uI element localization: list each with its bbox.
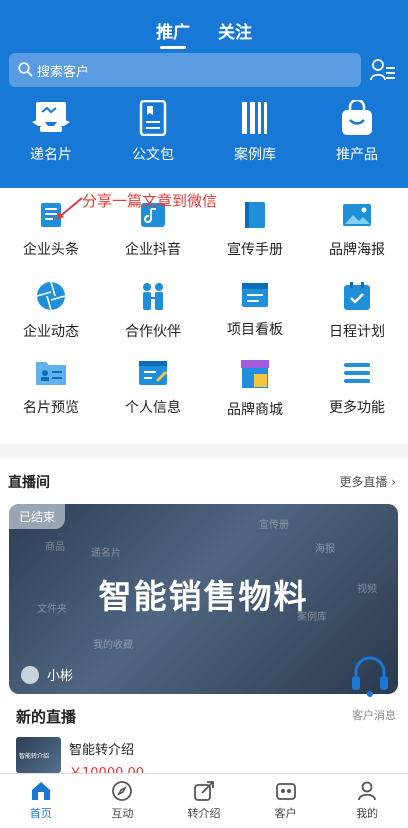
tab-customers-label: 客户 [274, 807, 297, 820]
top-tabs: 推广 关注 [0, 18, 408, 49]
grid-label: 更多功能 [329, 400, 385, 416]
document-icon [139, 100, 167, 136]
search-icon [18, 62, 33, 77]
nav-cases[interactable]: 案例库 [204, 100, 306, 164]
nav-products[interactable]: 推产品 [306, 100, 408, 164]
tab-referral[interactable]: 转介绍 [163, 774, 245, 828]
search-placeholder: 搜索客户 [37, 65, 90, 80]
top-nav: 递名片 公文包 案例库 推产品 [0, 100, 408, 164]
profile-icon [358, 781, 377, 801]
nav-products-label: 推产品 [336, 147, 378, 163]
board-icon [242, 283, 268, 307]
ghost-label: 我的收藏 [93, 640, 133, 651]
nav-cases-label: 案例库 [234, 147, 276, 163]
tab-interact-label: 互动 [111, 807, 134, 820]
live-title: 直播间 [8, 475, 50, 491]
tab-home[interactable]: 首页 [0, 774, 82, 828]
search-input[interactable]: 搜索客户 [9, 53, 361, 87]
host-info: 小彬 [21, 665, 73, 684]
function-grid: 企业头条 企业抖音 宣传手册 品牌海报 企业动态 合作伙伴 项目看板 日程计划 … [0, 188, 408, 444]
more-live-link[interactable]: 更多直播 › [339, 473, 396, 490]
grid-item-partners[interactable]: 合作伙伴 [102, 280, 204, 341]
tab-follow[interactable]: 关注 [218, 18, 252, 48]
shopping-bag-icon [342, 100, 372, 135]
tab-mine-label: 我的 [356, 807, 379, 820]
grid-label: 品牌海报 [329, 242, 385, 258]
grid-label: 个人信息 [125, 400, 181, 416]
compass-icon [112, 781, 133, 801]
product-name[interactable]: 智能转介绍 [69, 739, 134, 758]
grid-label: 日程计划 [329, 324, 385, 340]
grid-label: 企业抖音 [125, 242, 181, 258]
ghost-label: 宣传册 [259, 520, 289, 531]
ghost-label: 海报 [315, 544, 335, 555]
grid-item-card-preview[interactable]: 名片预览 [0, 358, 102, 417]
grid-label: 项目看板 [227, 322, 283, 338]
host-name: 小彬 [47, 669, 74, 684]
id-card-icon [36, 362, 66, 385]
edit-document-icon [139, 361, 167, 385]
live-banner[interactable]: 已结束 宣传册 递名片 海报 商品 视频 文件夹 案例库 我的收藏 智能销售物料… [9, 504, 398, 694]
grid-item-more[interactable]: 更多功能 [306, 358, 408, 417]
grid-label: 名片预览 [23, 400, 79, 416]
grid-label: 品牌商城 [227, 402, 283, 418]
ghost-label: 商品 [45, 542, 65, 553]
business-card-icon [32, 102, 70, 132]
nav-card-label: 递名片 [30, 147, 72, 163]
product-thumbnail[interactable]: 智能转介绍 [16, 737, 61, 773]
calendar-check-icon [344, 282, 370, 310]
nav-card[interactable]: 递名片 [0, 100, 102, 164]
grid-item-profile[interactable]: 个人信息 [102, 358, 204, 417]
ended-badge: 已结束 [9, 504, 66, 529]
bottom-tabbar: 首页 互动 转介绍 客户 我的 [0, 773, 408, 828]
tab-interact[interactable]: 互动 [82, 774, 164, 828]
new-live-heading: 新的直播 [16, 708, 77, 726]
chevron-right-icon: › [391, 475, 396, 489]
store-icon [241, 360, 269, 388]
grid-item-dynamics[interactable]: 企业动态 [0, 280, 102, 341]
headset-icon[interactable] [350, 654, 390, 698]
ghost-label: 递名片 [91, 548, 121, 559]
tab-home-label: 首页 [29, 807, 52, 820]
more-live-label: 更多直播 [339, 475, 388, 489]
thumb-text: 智能转介绍 [19, 753, 50, 760]
avatar [21, 665, 39, 684]
tab-referral-label: 转介绍 [187, 807, 221, 820]
annotation-text: 分享一篇文章到微信 [82, 192, 218, 210]
grid-item-store[interactable]: 品牌商城 [204, 358, 306, 419]
user-list-icon[interactable] [370, 58, 396, 82]
partners-icon [143, 283, 163, 310]
tab-promote[interactable]: 推广 [156, 18, 190, 49]
live-section: 直播间 更多直播 › 已结束 宣传册 递名片 海报 商品 视频 文件夹 案例库 … [0, 458, 408, 781]
book-icon [245, 202, 265, 228]
grid-label: 企业动态 [23, 324, 79, 340]
home-icon [31, 782, 50, 800]
customer-message-link[interactable]: 客户消息 [352, 707, 396, 723]
books-icon [242, 102, 267, 134]
annotation-arrow-icon [56, 197, 83, 220]
nav-briefcase-label: 公文包 [132, 147, 174, 163]
banner-title: 智能销售物料 [98, 577, 309, 616]
grid-item-board[interactable]: 项目看板 [204, 280, 306, 339]
aperture-icon [36, 281, 66, 311]
share-icon [194, 781, 214, 801]
tab-mine[interactable]: 我的 [326, 774, 408, 828]
customer-icon [275, 783, 296, 800]
grid-label: 宣传手册 [227, 242, 283, 258]
grid-item-poster[interactable]: 品牌海报 [306, 200, 408, 259]
grid-label: 企业头条 [23, 242, 79, 258]
grid-label: 合作伙伴 [125, 324, 181, 340]
nav-briefcase[interactable]: 公文包 [102, 100, 204, 164]
tab-customers[interactable]: 客户 [245, 774, 327, 828]
menu-icon [344, 363, 370, 383]
grid-item-schedule[interactable]: 日程计划 [306, 280, 408, 341]
grid-item-brochure[interactable]: 宣传手册 [204, 200, 306, 259]
header: 推广 关注 搜索客户 递名片 公文包 案例库 推产品 [0, 0, 408, 188]
image-icon [343, 204, 371, 226]
